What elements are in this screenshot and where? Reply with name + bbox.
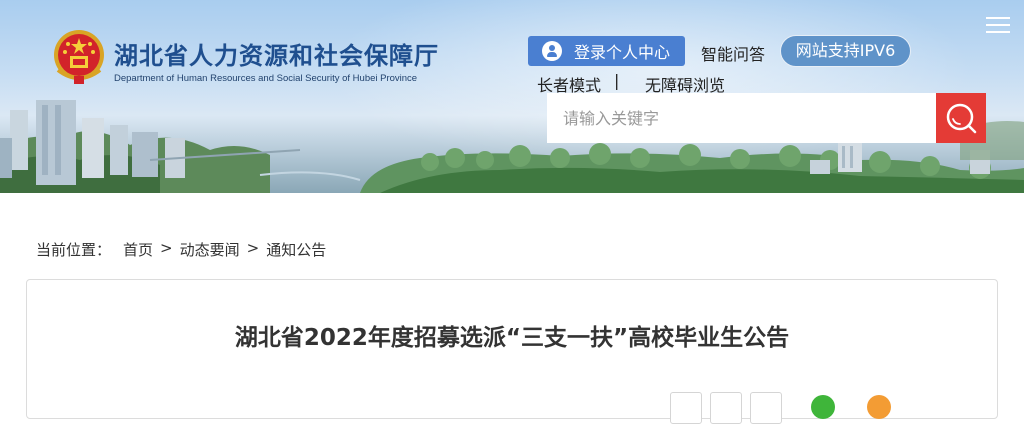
breadcrumb: 当前位置： 首页 > 动态要闻 > 通知公告 <box>36 239 326 260</box>
user-icon <box>542 41 562 61</box>
login-label: 登录个人中心 <box>574 43 671 62</box>
breadcrumb-item-notice[interactable]: 通知公告 <box>266 239 326 260</box>
menu-icon[interactable] <box>986 17 1010 35</box>
search-button[interactable] <box>936 93 986 143</box>
wechat-icon[interactable] <box>811 395 835 419</box>
breadcrumb-item-home[interactable]: 首页 <box>123 239 153 260</box>
national-emblem-icon[interactable] <box>52 28 106 86</box>
site-title: 湖北省人力资源和社会保障厅 <box>114 42 439 70</box>
link-separator: | <box>614 71 620 90</box>
site-header: 湖北省人力资源和社会保障厅 Department of Human Resour… <box>0 0 1024 193</box>
breadcrumb-label: 当前位置： <box>36 241 112 259</box>
font-size-large-button[interactable] <box>670 392 702 424</box>
article-title: 湖北省2022年度招募选派“三支一扶”高校毕业生公告 <box>234 325 790 351</box>
smart-qa-link[interactable]: 智能问答 <box>701 41 765 65</box>
weibo-icon[interactable] <box>867 395 891 419</box>
breadcrumb-arrow: > <box>160 239 173 257</box>
font-size-small-button[interactable] <box>750 392 782 424</box>
breadcrumb-arrow: > <box>246 239 260 257</box>
login-button[interactable]: 登录个人中心 <box>528 36 685 66</box>
ipv6-badge[interactable]: 网站支持IPV6 <box>780 35 911 67</box>
search-input[interactable] <box>547 93 936 143</box>
site-subtitle: Department of Human Resources and Social… <box>114 73 418 84</box>
search-icon <box>946 103 977 134</box>
article-card: 湖北省2022年度招募选派“三支一扶”高校毕业生公告 <box>26 279 998 424</box>
breadcrumb-item-news[interactable]: 动态要闻 <box>180 239 240 260</box>
font-size-medium-button[interactable] <box>710 392 742 424</box>
